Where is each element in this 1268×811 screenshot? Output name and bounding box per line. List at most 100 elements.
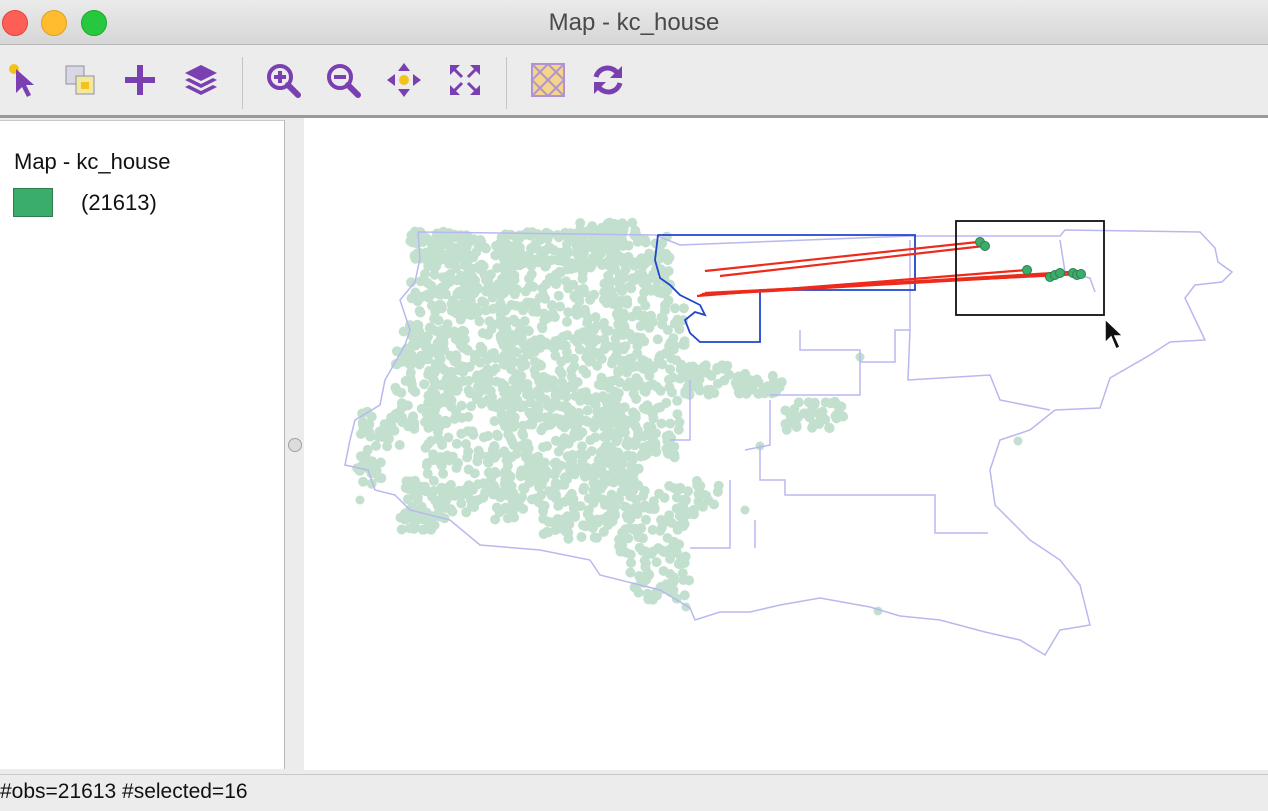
data-point [622,298,633,309]
data-point [565,230,576,241]
data-point [515,382,525,393]
data-point [682,381,693,392]
data-point [688,504,699,515]
data-point [588,347,598,358]
data-point [414,326,425,337]
data-point [652,403,663,413]
toolbar-separator [242,57,243,109]
data-point [492,429,502,440]
data-point [482,456,493,467]
data-point [463,411,474,422]
data-point [621,486,632,497]
region-line [799,330,861,362]
data-point [669,449,680,460]
select-tool-button[interactable] [0,57,46,103]
data-point [561,391,572,402]
map-canvas[interactable] [304,118,1268,770]
data-point [543,242,554,253]
refresh-button[interactable] [585,57,631,103]
selected-point [1055,268,1065,278]
full-extent-button[interactable] [442,57,488,103]
data-point [581,335,592,346]
data-point [480,305,491,316]
zoom-out-button[interactable] [320,57,366,103]
data-point [657,518,668,529]
data-point [506,415,517,426]
legend-swatch[interactable] [13,188,53,217]
data-point [561,276,572,287]
data-point [500,268,511,279]
data-point [665,418,676,429]
data-point [511,448,522,459]
data-point [622,513,633,524]
data-point [627,451,638,462]
data-point [449,413,460,424]
data-point [595,458,606,469]
data-point [693,382,704,393]
data-point [515,469,526,479]
splitter-handle[interactable] [288,438,302,452]
data-point [575,501,586,512]
legend-title: Map - kc_house [14,149,171,174]
data-point [525,297,536,308]
data-point [364,427,375,438]
data-point [641,514,651,525]
layers-button[interactable] [178,57,224,103]
data-point [422,348,433,358]
status-bar: #obs=21613 #selected=16 [0,774,1268,811]
basemap-button[interactable] [525,57,571,103]
data-point [366,411,377,422]
data-point [375,457,386,468]
data-point [461,439,471,449]
region-line [1059,239,1096,293]
data-point [447,451,458,462]
data-point [442,249,453,260]
data-point [562,330,573,341]
selection-shape-button[interactable] [57,57,103,103]
data-point [636,253,647,264]
data-point [747,378,757,389]
data-point [530,239,541,250]
toolbar-separator [506,57,507,109]
data-point [408,523,419,534]
data-point [608,246,619,257]
data-point [781,424,792,435]
data-point [568,419,578,430]
data-point [672,524,683,535]
data-point [433,315,444,326]
data-point [562,316,572,327]
data-point [473,241,484,252]
data-point [621,419,632,430]
data-point [412,492,423,503]
data-point [538,371,549,382]
data-point [561,255,571,266]
data-point [603,376,614,387]
data-point [535,334,546,345]
data-point [619,220,630,231]
data-point [558,379,568,390]
data-point [607,516,618,527]
zoom-in-button[interactable] [260,57,306,103]
data-point [661,397,672,408]
data-point [553,446,564,457]
data-point [697,501,708,512]
data-point [419,379,430,390]
data-point [579,482,590,493]
data-point [422,289,433,300]
data-point [579,240,590,251]
data-point [651,381,662,392]
data-point [770,384,781,395]
data-point [732,378,742,389]
data-point [427,241,438,252]
data-point [767,370,778,381]
data-point [376,431,387,442]
data-point [799,408,810,419]
data-point [643,317,654,328]
data-point [582,405,593,416]
data-point [465,426,475,437]
add-layer-button[interactable] [117,57,163,103]
data-point [577,273,588,284]
data-point [526,337,536,348]
pan-button[interactable] [381,57,427,103]
data-point [551,279,562,290]
